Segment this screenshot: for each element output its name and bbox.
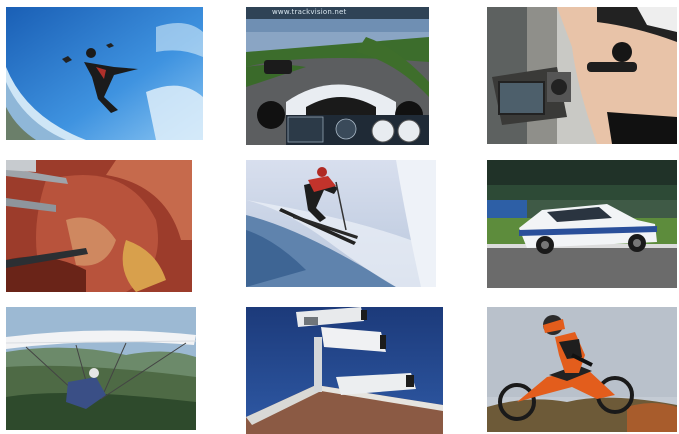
sports-car-track-photo[interactable] [487,160,677,288]
hang-glider-photo[interactable] [6,307,196,430]
watermark-text: www.trackvision.net [272,8,347,16]
security-cameras-photo[interactable] [246,307,443,434]
race-car-onboard-photo[interactable]: www.trackvision.net [246,7,429,145]
wingsuit-skydiver-photo[interactable] [6,7,203,140]
camera-operator-photo[interactable] [487,7,677,144]
motocross-rider-photo[interactable] [487,307,677,432]
skier-jump-photo[interactable] [246,160,436,287]
image-grid-page: { "grid": { "background": "#ffffff", "ti… [0,0,679,434]
surgery-endoscope-photo[interactable] [6,160,192,292]
